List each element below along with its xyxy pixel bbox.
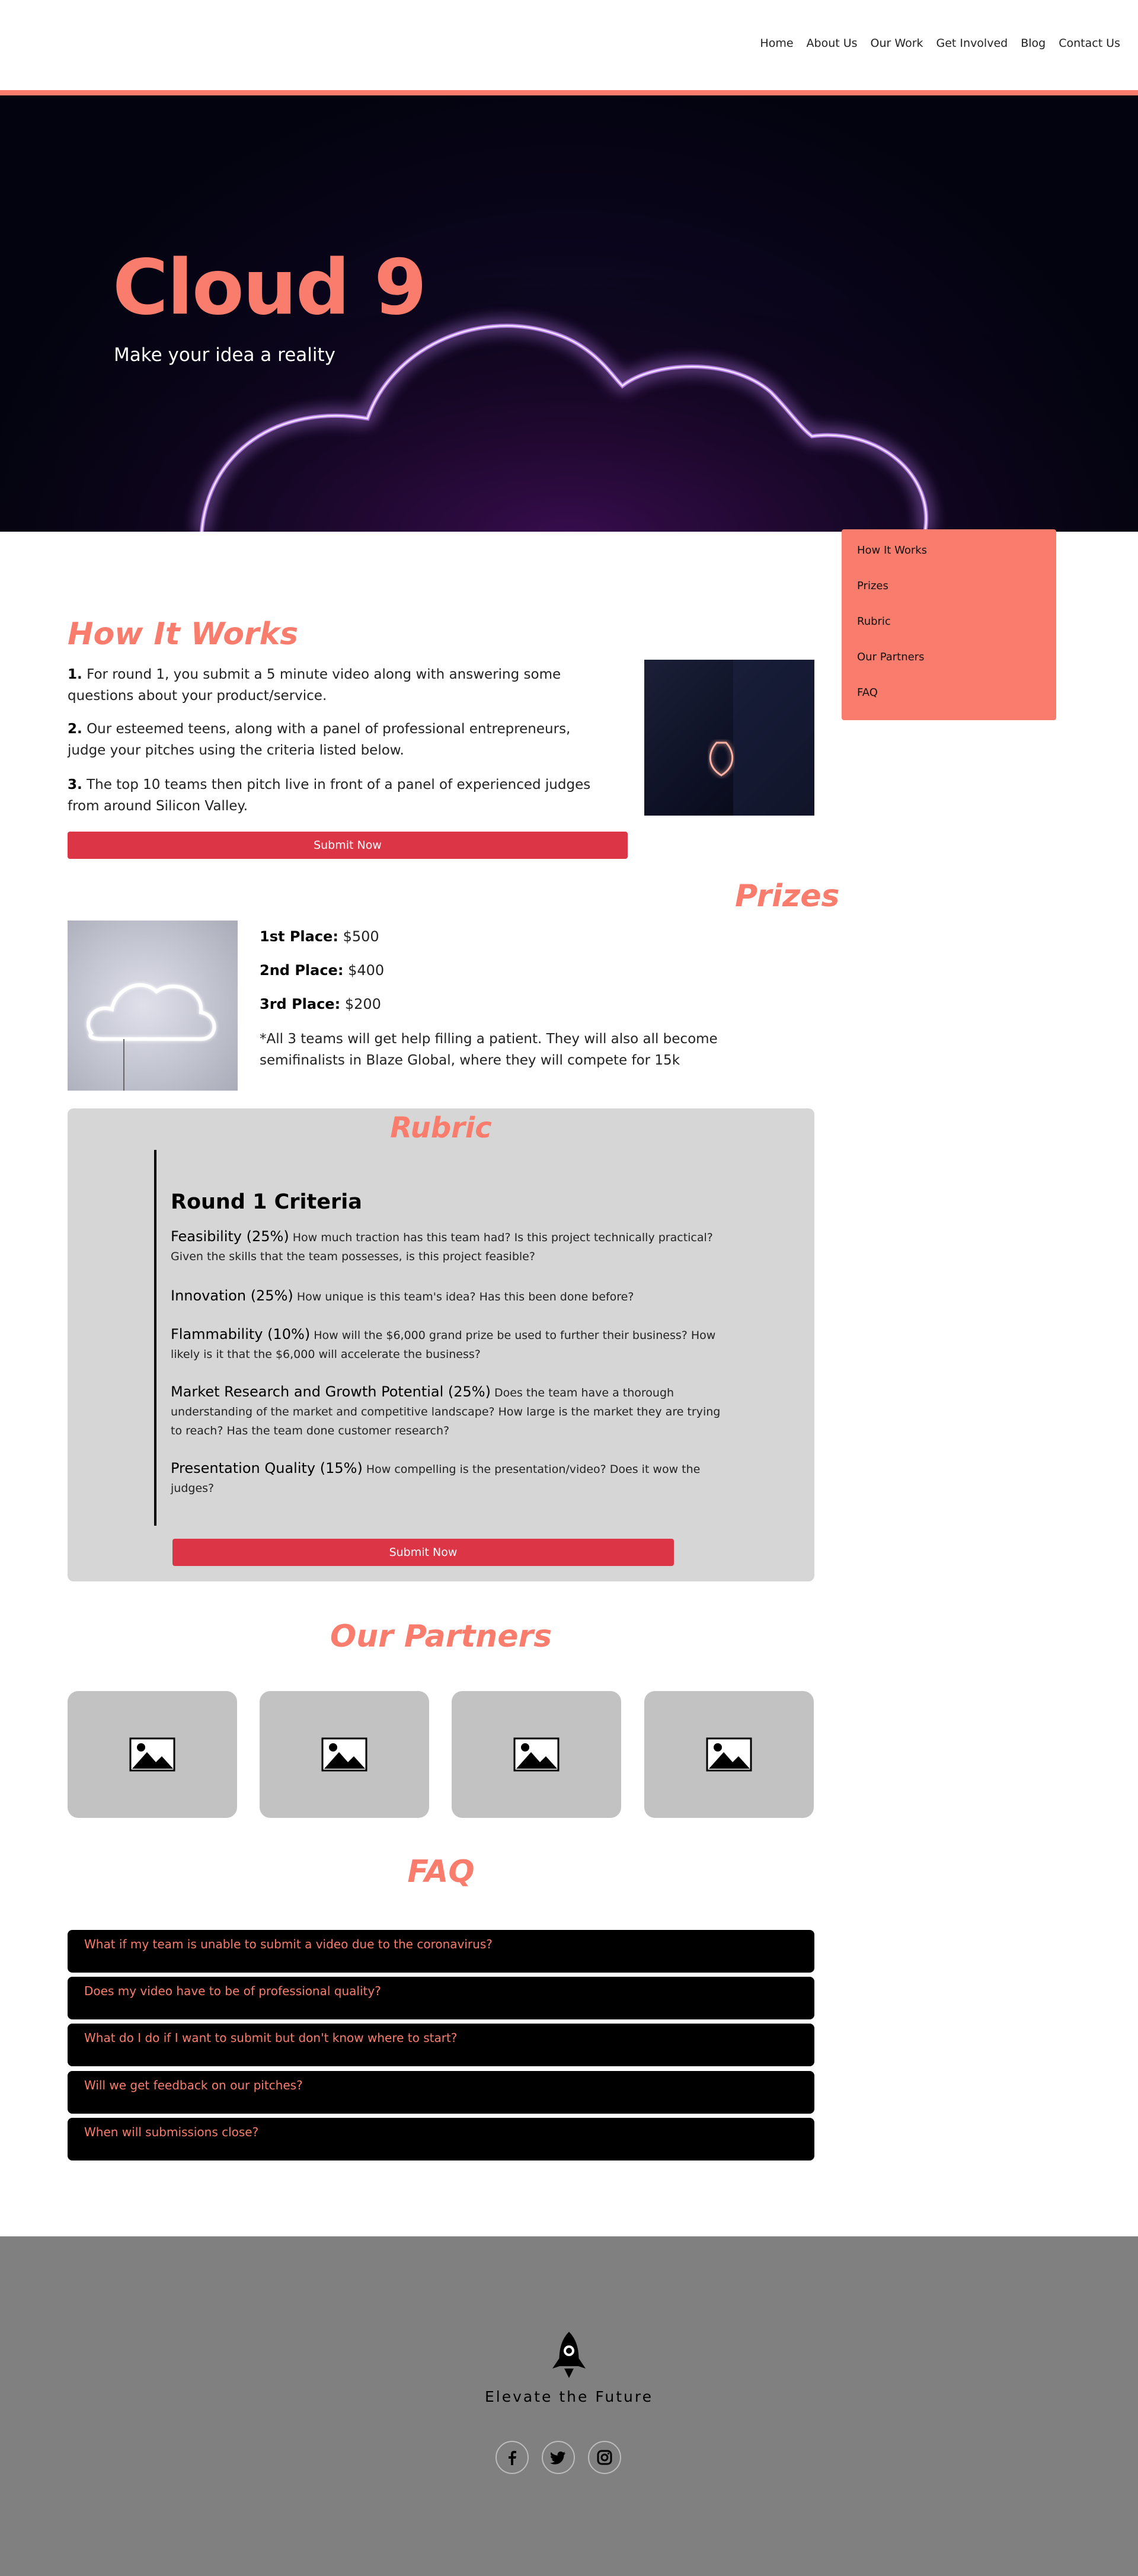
hero-subtitle: Make your idea a reality	[114, 344, 335, 366]
criterion-market-research-label: Market Research and Growth Potential (25…	[171, 1383, 491, 1400]
facebook-icon	[509, 2450, 516, 2465]
criterion-flammability: Flammability (10%) How will the $6,000 g…	[171, 1325, 722, 1364]
sidemenu-faq[interactable]: FAQ	[857, 687, 1041, 723]
partner-logo-3[interactable]	[452, 1691, 621, 1818]
rubric-heading: Rubric	[390, 1111, 492, 1145]
image-placeholder-icon	[129, 1737, 175, 1772]
prize-second-value: $400	[348, 962, 385, 979]
criterion-innovation-text: How unique is this team's idea? Has this…	[296, 1290, 634, 1303]
nav-contact-us[interactable]: Contact Us	[1059, 37, 1120, 50]
sidemenu-rubric[interactable]: Rubric	[857, 616, 1041, 651]
partners-heading: Our Partners	[330, 1619, 552, 1654]
image-placeholder-icon	[513, 1737, 560, 1772]
prize-first-value: $500	[343, 928, 379, 945]
instagram-link[interactable]	[588, 2441, 621, 2474]
step-3-text: The top 10 teams then pitch live in fron…	[68, 777, 591, 814]
step-1-number: 1.	[68, 667, 82, 682]
sidemenu-how-it-works[interactable]: How It Works	[857, 545, 1041, 580]
submit-now-button[interactable]: Submit Now	[68, 832, 628, 859]
main-nav: Home About Us Our Work Get Involved Blog…	[760, 37, 1120, 50]
criterion-presentation: Presentation Quality (15%) How compellin…	[171, 1459, 722, 1498]
criterion-innovation: Innovation (25%) How unique is this team…	[171, 1286, 722, 1306]
prize-third: 3rd Place: $200	[260, 996, 381, 1012]
faq-item[interactable]: Does my video have to be of professional…	[68, 1977, 814, 2019]
faq-item[interactable]: What if my team is unable to submit a vi…	[68, 1930, 814, 1973]
hero-title: Cloud 9	[113, 244, 427, 332]
criteria-title: Round 1 Criteria	[171, 1190, 362, 1214]
step-1: 1. For round 1, you submit a 5 minute vi…	[68, 664, 607, 707]
partner-logo-2[interactable]	[260, 1691, 429, 1818]
criterion-market-research: Market Research and Growth Potential (25…	[171, 1382, 722, 1440]
lightbulb-photo	[644, 660, 814, 816]
hero-banner: Cloud 9 Make your idea a reality	[0, 95, 1138, 532]
faq-question: What if my team is unable to submit a vi…	[84, 1937, 493, 1951]
prize-note: *All 3 teams will get help filling a pat…	[260, 1031, 718, 1068]
cloud-sign-graphic	[87, 983, 216, 1091]
nav-get-involved[interactable]: Get Involved	[936, 37, 1008, 50]
nav-blog[interactable]: Blog	[1021, 37, 1046, 50]
nav-our-work[interactable]: Our Work	[871, 37, 923, 50]
step-2-text: Our esteemed teens, along with a panel o…	[68, 721, 571, 758]
prize-second-label: 2nd Place:	[260, 962, 344, 979]
instagram-icon	[597, 2450, 612, 2465]
criterion-feasibility-label: Feasibility (25%)	[171, 1228, 289, 1245]
faq-question: Will we get feedback on our pitches?	[84, 2078, 303, 2092]
twitter-icon	[550, 2452, 565, 2465]
footer-tagline: Elevate the Future	[485, 2388, 653, 2405]
neon-lightbulb-graphic	[709, 660, 814, 816]
sidemenu-prizes[interactable]: Prizes	[857, 580, 1041, 616]
criterion-feasibility: Feasibility (25%) How much traction has …	[171, 1227, 722, 1266]
prize-first-label: 1st Place:	[260, 928, 338, 945]
faq-question: What do I do if I want to submit but don…	[84, 2031, 458, 2045]
image-placeholder-icon	[321, 1737, 367, 1772]
rubric-submit-now-button[interactable]: Submit Now	[172, 1539, 674, 1566]
step-3: 3. The top 10 teams then pitch live in f…	[68, 774, 607, 817]
how-it-works-heading: How It Works	[68, 616, 299, 652]
rubric-divider	[154, 1150, 156, 1526]
partner-logo-4[interactable]	[644, 1691, 814, 1818]
criterion-innovation-label: Innovation (25%)	[171, 1287, 293, 1304]
criterion-presentation-label: Presentation Quality (15%)	[171, 1460, 363, 1476]
site-header: Home About Us Our Work Get Involved Blog…	[0, 0, 1138, 90]
nav-about-us[interactable]: About Us	[807, 37, 858, 50]
rocket-icon	[552, 2332, 586, 2378]
nav-home[interactable]: Home	[760, 37, 793, 50]
prize-third-label: 3rd Place:	[260, 996, 341, 1012]
step-1-text: For round 1, you submit a 5 minute video…	[68, 667, 561, 704]
step-3-number: 3.	[68, 777, 82, 792]
step-2-number: 2.	[68, 721, 82, 737]
sidemenu-our-partners[interactable]: Our Partners	[857, 651, 1041, 687]
partner-logo-1[interactable]	[68, 1691, 237, 1818]
faq-question: Does my video have to be of professional…	[84, 1984, 381, 1998]
prizes-heading: Prizes	[735, 878, 840, 914]
neon-cloud-photo	[68, 921, 238, 1091]
header-divider	[0, 90, 1138, 95]
facebook-link[interactable]	[496, 2441, 529, 2474]
faq-item[interactable]: When will submissions close?	[68, 2118, 814, 2160]
criterion-flammability-label: Flammability (10%)	[171, 1326, 311, 1343]
faq-heading: FAQ	[407, 1854, 475, 1890]
image-placeholder-icon	[706, 1737, 752, 1772]
faq-item[interactable]: What do I do if I want to submit but don…	[68, 2024, 814, 2066]
prize-first: 1st Place: $500	[260, 928, 379, 945]
step-2: 2. Our esteemed teens, along with a pane…	[68, 718, 607, 761]
prize-second: 2nd Place: $400	[260, 962, 384, 979]
faq-question: When will submissions close?	[84, 2125, 259, 2139]
faq-item[interactable]: Will we get feedback on our pitches?	[68, 2071, 814, 2114]
twitter-link[interactable]	[542, 2441, 575, 2474]
section-side-menu: How It Works Prizes Rubric Our Partners …	[842, 529, 1056, 720]
prize-third-value: $200	[344, 996, 381, 1012]
site-footer	[0, 2236, 1138, 2576]
